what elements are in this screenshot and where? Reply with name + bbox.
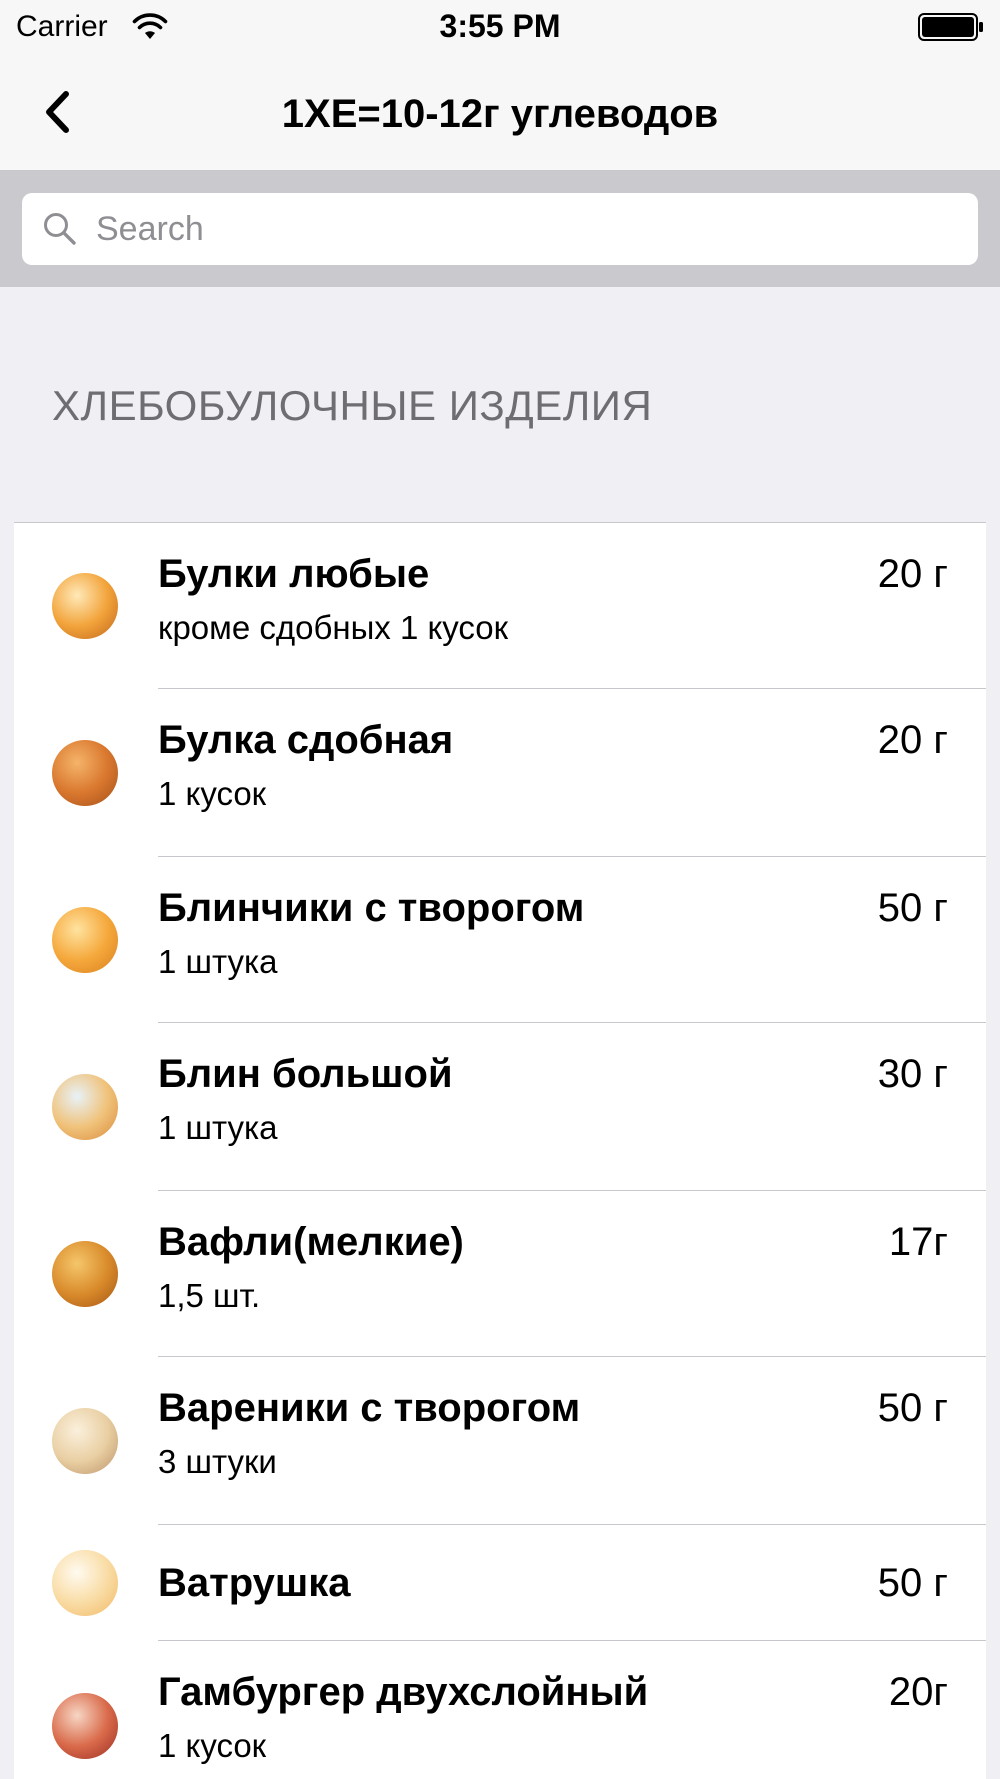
item-amount: 20г [888, 1670, 948, 1714]
page-title: 1ХЕ=10-12г углеводов [281, 92, 719, 136]
list-item[interactable]: Ватрушка 50 г [14, 1525, 986, 1641]
food-thumbnail [52, 1241, 118, 1307]
food-thumbnail [52, 740, 118, 806]
food-thumbnail [52, 1693, 118, 1759]
item-subtitle: 1,5 шт. [158, 1277, 261, 1314]
food-list: Булки любые кроме сдобных 1 кусок 20 г Булк… [14, 522, 986, 1779]
back-button[interactable] [30, 82, 100, 142]
list-item[interactable]: Булки любые кроме сдобных 1 кусок 20 г [14, 523, 986, 689]
item-subtitle: кроме сдобных 1 кусок [158, 609, 509, 646]
status-bar: Carrier 3:55 PM [0, 0, 1000, 54]
list-item[interactable]: Вареники с творогом 3 штуки 50 г [14, 1357, 986, 1525]
list-item[interactable]: Гамбургер двухслойный 1 кусок 20г [14, 1641, 986, 1779]
item-title: Гамбургер двухслойный [158, 1670, 649, 1714]
item-amount: 50 г [877, 1561, 948, 1605]
item-amount: 20 г [877, 552, 948, 596]
item-subtitle: 1 штука [158, 1109, 278, 1146]
list-item[interactable]: Блин большой 1 штука 30 г [14, 1023, 986, 1191]
navigation-bar: 1ХЕ=10-12г углеводов [0, 54, 1000, 171]
item-amount: 30 г [877, 1052, 948, 1096]
list-item[interactable]: Вафли(мелкие) 1,5 шт. 17г [14, 1191, 986, 1357]
section-header: ХЛЕБОБУЛОЧНЫЕ ИЗДЕЛИЯ [52, 382, 653, 429]
item-title: Булка сдобная [158, 718, 454, 762]
item-subtitle: 1 кусок [158, 775, 267, 812]
item-title: Ватрушка [158, 1561, 351, 1605]
search-icon [44, 213, 76, 245]
search-bar [0, 171, 1000, 287]
item-subtitle: 1 штука [158, 943, 278, 980]
food-thumbnail [52, 1550, 118, 1616]
food-thumbnail [52, 907, 118, 973]
item-amount: 50 г [877, 1386, 948, 1430]
list-item[interactable]: Блинчики с творогом 1 штука 50 г [14, 857, 986, 1023]
battery-icon [918, 13, 983, 41]
food-thumbnail [52, 1408, 118, 1474]
item-amount: 50 г [877, 886, 948, 930]
search-field[interactable] [22, 193, 978, 265]
item-title: Вафли(мелкие) [158, 1220, 464, 1264]
item-title: Булки любые [158, 552, 430, 596]
clock-label: 3:55 PM [439, 8, 561, 44]
item-subtitle: 3 штуки [158, 1443, 277, 1480]
item-title: Блинчики с творогом [158, 886, 585, 930]
chevron-left-icon [46, 91, 69, 133]
item-subtitle: 1 кусок [158, 1727, 267, 1764]
item-title: Блин большой [158, 1052, 453, 1096]
search-input[interactable] [96, 203, 956, 255]
item-amount: 17г [888, 1220, 948, 1264]
item-title: Вареники с творогом [158, 1386, 581, 1430]
food-thumbnail [52, 573, 118, 639]
list-item[interactable]: Булка сдобная 1 кусок 20 г [14, 689, 986, 857]
item-amount: 20 г [877, 718, 948, 762]
food-thumbnail [52, 1074, 118, 1140]
